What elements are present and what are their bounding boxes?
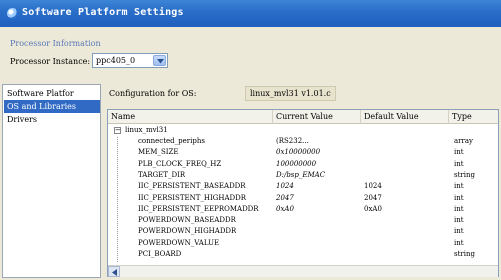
processor-info-heading: Processor Information [10, 39, 101, 48]
table-row[interactable]: IIC_PERSISTENT_EEPROMADDR 0xA0 0xA0 int [108, 204, 498, 215]
param-name: IIC_PERSISTENT_BASEADDR [138, 182, 246, 191]
param-default-value: 0xA0 [364, 204, 382, 213]
param-current-value[interactable]: (RS232... [276, 136, 309, 147]
param-type: int [454, 193, 464, 202]
param-name: POWERDOWN_HIGHADDR [138, 227, 237, 236]
param-type: string [454, 250, 475, 258]
param-name: IIC_PERSISTENT_EEPROMADDR [138, 204, 259, 213]
param-name: PLB_CLOCK_FREQ_HZ [138, 159, 222, 168]
column-header-type[interactable]: Type [449, 110, 498, 124]
param-current-value[interactable]: D:/bsp_EMAC [276, 170, 325, 181]
config-os-name: linux_mvl31 v1.01.c [245, 86, 336, 101]
param-name: PCI_BOARD [138, 250, 182, 258]
processor-instance-value: ppc405_0 [96, 56, 136, 65]
column-header-default[interactable]: Default Value [361, 110, 449, 124]
param-type: int [454, 159, 464, 168]
param-type: array [454, 137, 473, 145]
window-title: Software Platform Settings [22, 7, 184, 18]
tree-root-row[interactable]: − linux_mvl31 [108, 125, 498, 136]
param-type: string [454, 170, 475, 179]
table-row[interactable]: POWERDOWN_BASEADDR int [108, 215, 498, 226]
param-type: int [454, 148, 464, 157]
settings-nav-list: Software Platfor OS and Libraries Driver… [2, 84, 101, 278]
column-header-current[interactable]: Current Value [273, 110, 361, 124]
param-type: int [454, 216, 464, 225]
param-current-value[interactable]: 2047 [276, 193, 294, 204]
nav-item-drivers[interactable]: Drivers [4, 113, 100, 126]
param-name: MEM_SIZE [138, 148, 179, 157]
param-current-value[interactable]: 0xA0 [276, 204, 294, 215]
table-row[interactable]: TARGET_DIR D:/bsp_EMAC string [108, 170, 498, 181]
table-row[interactable]: IIC_PERSISTENT_HIGHADDR 2047 2047 int [108, 193, 498, 204]
param-name: POWERDOWN_BASEADDR [138, 216, 236, 225]
param-default-value: 2047 [364, 193, 382, 202]
chevron-down-icon[interactable] [153, 55, 166, 66]
param-default-value: 1024 [364, 182, 382, 191]
table-row[interactable]: PLB_CLOCK_FREQ_HZ 100000000 int [108, 159, 498, 170]
param-current-value[interactable]: 100000000 [276, 159, 316, 170]
config-label: Configuration for OS: [109, 89, 197, 98]
table-row[interactable]: POWERDOWN_HIGHADDR int [108, 226, 498, 237]
processor-instance-label: Processor Instance: [10, 57, 91, 66]
table-row[interactable]: connected_periphs (RS232... array [108, 136, 498, 147]
param-type: int [454, 238, 464, 247]
table-row[interactable]: PCI_BOARD string [108, 249, 498, 260]
table-header: Name Current Value Default Value Type [108, 110, 498, 124]
column-header-name[interactable]: Name [108, 110, 273, 124]
nav-item-os-libraries[interactable]: OS and Libraries [4, 100, 100, 113]
param-name: TARGET_DIR [138, 170, 186, 179]
table-row[interactable]: POWERDOWN_VALUE int [108, 238, 498, 249]
table-row[interactable]: MEM_SIZE 0x10000000 int [108, 147, 498, 158]
parameter-table: Name Current Value Default Value Type − … [107, 109, 499, 277]
table-row[interactable]: IIC_PERSISTENT_BASEADDR 1024 1024 int [108, 181, 498, 192]
tree-root-label: linux_mvl31 [125, 126, 168, 134]
nav-item-software-platform[interactable]: Software Platfor [4, 87, 100, 100]
param-name: IIC_PERSISTENT_HIGHADDR [138, 193, 247, 202]
app-icon [7, 8, 18, 19]
param-current-value[interactable]: 0x10000000 [276, 147, 320, 158]
processor-instance-select[interactable]: ppc405_0 [92, 53, 168, 68]
param-type: int [454, 204, 464, 213]
title-bar[interactable]: Software Platform Settings [0, 0, 501, 27]
horizontal-scrollbar[interactable] [108, 265, 498, 277]
param-current-value[interactable]: 1024 [276, 181, 294, 192]
param-name: connected_periphs [138, 137, 205, 145]
param-name: POWERDOWN_VALUE [138, 238, 220, 247]
collapse-icon[interactable]: − [114, 127, 121, 134]
param-type: int [454, 182, 464, 191]
param-type: int [454, 227, 464, 236]
scroll-left-icon[interactable] [108, 266, 120, 277]
